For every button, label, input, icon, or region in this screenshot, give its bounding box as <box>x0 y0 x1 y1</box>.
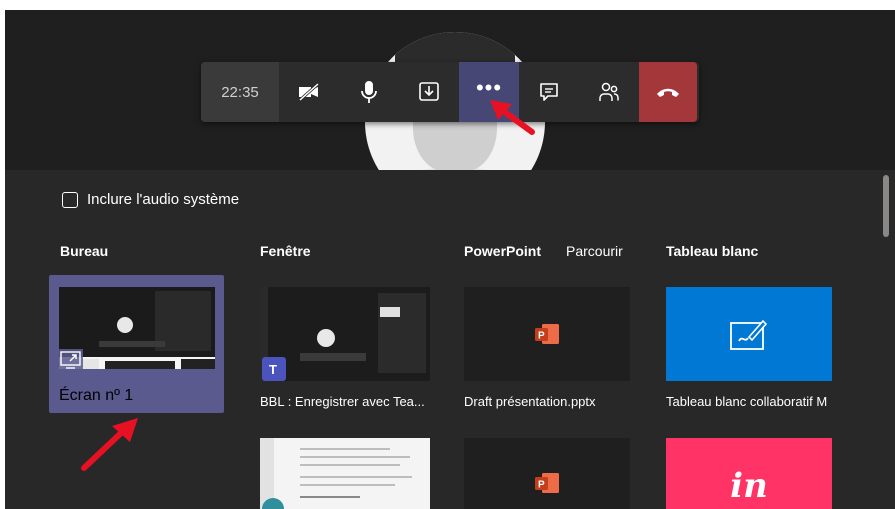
chat-icon <box>540 83 558 101</box>
column-header-whiteboard: Tableau blanc <box>666 243 759 259</box>
powerpoint-thumbnail: P <box>464 287 630 381</box>
powerpoint-file-tile-2[interactable]: P <box>464 438 630 509</box>
whiteboard-tile-label: Tableau blanc collaboratif M <box>666 394 828 409</box>
desktop-screen-tile[interactable]: Écran nº 1 <box>49 275 224 413</box>
whiteboard-thumbnail <box>666 287 832 381</box>
share-tray-button[interactable] <box>399 62 459 122</box>
column-header-window: Fenêtre <box>260 243 311 259</box>
hang-up-button[interactable] <box>639 62 697 122</box>
annotation-arrow-more <box>490 100 535 135</box>
camera-toggle-button[interactable] <box>279 62 339 122</box>
browse-link[interactable]: Parcourir <box>566 243 623 259</box>
powerpoint-icon: P <box>535 324 559 344</box>
include-audio-checkbox[interactable] <box>62 191 78 208</box>
participants-icon <box>599 82 619 101</box>
svg-text:P: P <box>538 331 545 342</box>
invision-app-tile[interactable]: in <box>666 438 832 509</box>
whiteboard-icon <box>730 319 768 350</box>
powerpoint-icon: P <box>535 473 559 493</box>
window-tile-label: BBL : Enregistrer avec Tea... <box>260 394 425 409</box>
annotation-arrow-screen <box>81 418 138 471</box>
camera-off-icon <box>299 82 319 102</box>
panel-scrollbar[interactable] <box>883 175 889 237</box>
teams-app-icon: T <box>262 357 286 381</box>
powerpoint-file-label: Draft présentation.pptx <box>464 394 596 409</box>
svg-text:P: P <box>538 480 545 491</box>
meeting-timer: 22:35 <box>201 62 279 122</box>
desktop-screen-label: Écran nº 1 <box>59 387 134 404</box>
screen-share-icon <box>59 349 83 371</box>
column-header-desktop: Bureau <box>60 243 109 259</box>
include-audio-option[interactable]: Inclure l'audio système <box>62 191 239 208</box>
svg-text:T: T <box>269 362 277 377</box>
share-tray-icon <box>419 82 439 101</box>
invision-logo: in <box>730 466 768 506</box>
meeting-controls: 22:35 ••• <box>201 62 699 122</box>
microphone-button[interactable] <box>339 62 399 122</box>
microphone-icon <box>361 81 377 103</box>
include-audio-label: Inclure l'audio système <box>87 191 240 208</box>
window-tile-2-thumbnail[interactable] <box>260 438 430 509</box>
hang-up-icon <box>657 88 679 97</box>
participants-button[interactable] <box>579 62 639 122</box>
column-header-powerpoint: PowerPoint <box>464 243 542 259</box>
